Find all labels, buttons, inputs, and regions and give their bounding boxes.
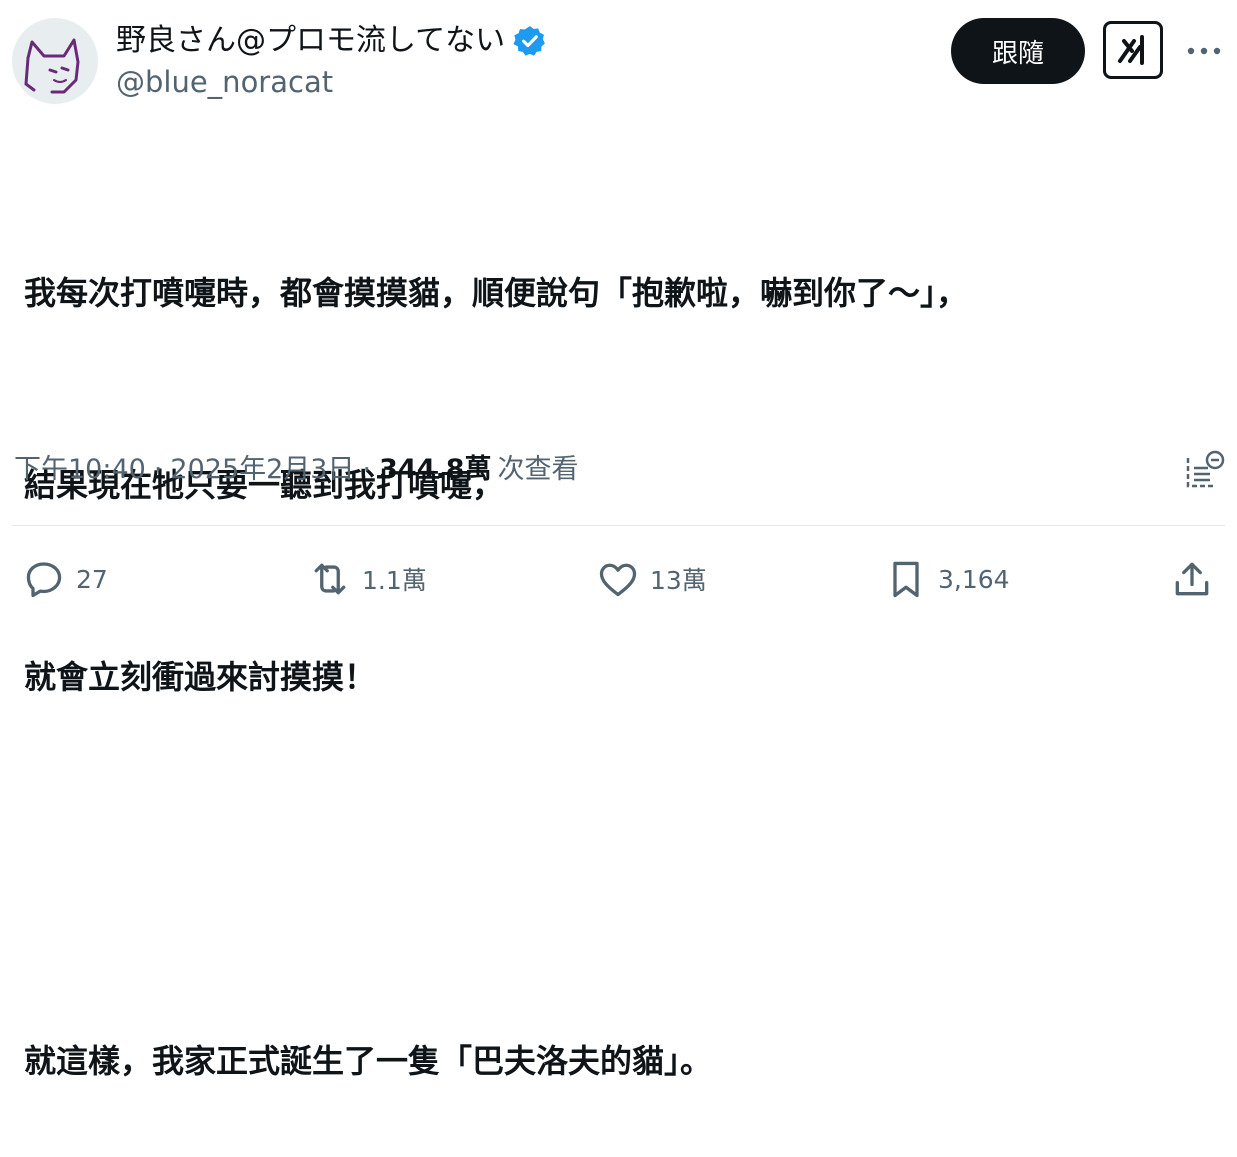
like-count: 13萬 (650, 566, 707, 595)
verified-badge-icon (513, 26, 545, 56)
tweet-line: 就這樣，我家正式誕生了一隻「巴夫洛夫的貓」。 (24, 1042, 713, 1080)
like-button[interactable]: 13萬 (596, 556, 707, 602)
user-handle[interactable]: @blue_noracat (116, 64, 333, 100)
bookmark-button[interactable]: 3,164 (884, 556, 1010, 602)
cat-drawing-icon (24, 38, 80, 94)
more-options-button[interactable] (1186, 36, 1222, 66)
reply-button[interactable]: 27 (22, 556, 108, 602)
reply-icon (26, 562, 62, 598)
tweet-line: 我每次打噴嚏時，都會摸摸貓，順便說句「抱歉啦，嚇到你了～」， (24, 274, 969, 312)
tweet-text: 我每次打噴嚏時，都會摸摸貓，順便說句「抱歉啦，嚇到你了～」， 結果現在牠只要一聽… (24, 133, 1224, 1157)
meta-separator: · (153, 454, 163, 485)
analytics-button[interactable] (1184, 450, 1226, 492)
tweet-time[interactable]: 下午10:40 (14, 450, 146, 490)
bookmark-icon (893, 561, 919, 598)
divider (12, 525, 1225, 526)
views-label: 次查看 (497, 454, 579, 485)
more-dots-icon (1187, 47, 1221, 55)
meta-separator: · (362, 454, 372, 485)
tweet-line: 就會立刻衝過來討摸摸！ (24, 658, 377, 696)
tweet-meta: 下午10:40 · 2025年2月3日 · 344.8萬 次查看 (14, 450, 578, 490)
retweet-icon (314, 563, 346, 595)
display-name-row[interactable]: 野良さん@プロモ流してない (116, 22, 547, 60)
grok-icon (1118, 35, 1144, 65)
reply-count: 27 (76, 564, 108, 594)
share-button[interactable] (1170, 556, 1214, 602)
grok-button[interactable] (1103, 21, 1163, 79)
heart-icon (599, 563, 637, 597)
analytics-icon (1186, 450, 1225, 488)
tweet-line-blank: ​ (24, 837, 1224, 901)
share-icon (1175, 562, 1209, 596)
retweet-count: 1.1萬 (362, 566, 427, 595)
tweet-date[interactable]: 2025年2月3日 (170, 450, 354, 490)
retweet-button[interactable]: 1.1萬 (308, 556, 427, 602)
bookmark-count: 3,164 (938, 564, 1010, 594)
follow-button[interactable]: 跟隨 (951, 18, 1085, 84)
views-count: 344.8萬 (379, 454, 492, 485)
display-name[interactable]: 野良さん@プロモ流してない (116, 22, 505, 60)
avatar[interactable] (12, 18, 98, 104)
